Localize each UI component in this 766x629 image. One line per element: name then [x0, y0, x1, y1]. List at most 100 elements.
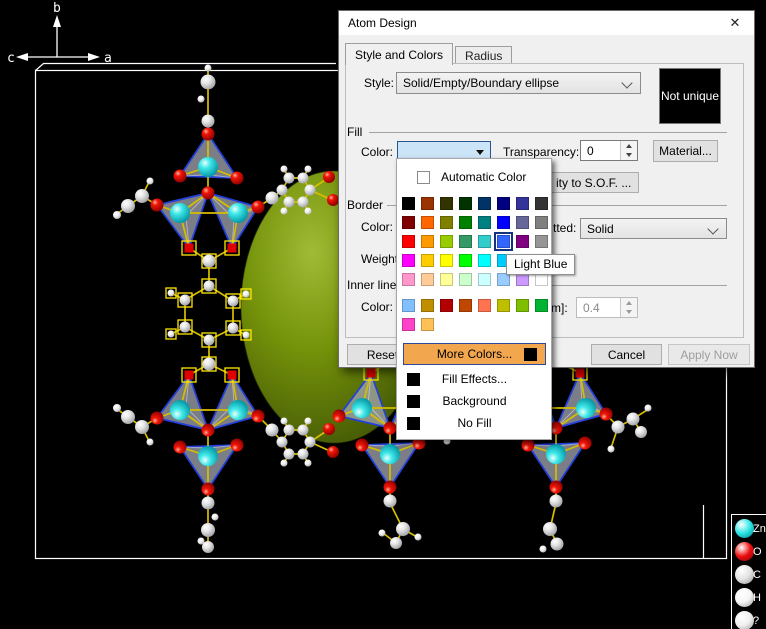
- apply-now-button[interactable]: Apply Now: [668, 344, 750, 365]
- color-swatch[interactable]: [478, 216, 491, 229]
- application-window: b a c Zn OCH? Atom Design ✕ Style and Col…: [0, 0, 766, 629]
- no-fill-item[interactable]: No Fill: [403, 413, 546, 433]
- atom-sphere-icon: [735, 565, 754, 584]
- axis-label-c: c: [7, 51, 15, 66]
- color-swatch[interactable]: [421, 273, 434, 286]
- color-tooltip: Light Blue: [506, 254, 575, 275]
- color-swatch[interactable]: [497, 299, 510, 312]
- border-group-label: Border: [347, 198, 383, 212]
- tab-bar: Style and Colors Radius: [345, 43, 512, 64]
- color-picker-panel: Automatic Color More Colors... Fill Effe…: [396, 158, 552, 440]
- legend-element-symbol: ?: [753, 615, 759, 627]
- color-swatch[interactable]: [402, 216, 415, 229]
- color-swatch[interactable]: [516, 216, 529, 229]
- color-swatch[interactable]: [421, 216, 434, 229]
- color-swatch[interactable]: [440, 235, 453, 248]
- automatic-color-option[interactable]: Automatic Color: [417, 170, 526, 184]
- spin-up-icon: [626, 144, 632, 148]
- atom-preview: Not unique: [659, 68, 721, 124]
- color-swatch[interactable]: [497, 216, 510, 229]
- cancel-button[interactable]: Cancel: [591, 344, 662, 365]
- color-swatch[interactable]: [459, 254, 472, 267]
- color-swatch[interactable]: [459, 216, 472, 229]
- zn4o-cluster-bottom-left: [151, 368, 265, 496]
- current-color-swatch-icon: [524, 348, 537, 361]
- color-swatch[interactable]: [535, 216, 548, 229]
- style-select[interactable]: Solid/Empty/Boundary ellipse: [396, 72, 641, 94]
- color-swatch[interactable]: [440, 299, 453, 312]
- element-legend: Zn OCH?: [731, 514, 766, 629]
- dropdown-arrow-icon: [476, 150, 484, 155]
- color-swatch[interactable]: [516, 197, 529, 210]
- color-swatch[interactable]: [459, 235, 472, 248]
- color-swatch[interactable]: [497, 197, 510, 210]
- color-swatch[interactable]: [459, 299, 472, 312]
- fill-effects-item[interactable]: Fill Effects...: [403, 369, 546, 389]
- legend-item: ?: [735, 611, 759, 629]
- spin-down-icon: [626, 153, 632, 157]
- dotted-select[interactable]: Solid: [580, 218, 727, 239]
- color-swatch[interactable]: [497, 235, 510, 248]
- inner-width-label: m]:: [551, 301, 568, 315]
- color-swatch[interactable]: [421, 197, 434, 210]
- dotted-label: tted:: [553, 221, 576, 235]
- tab-style-and-colors[interactable]: Style and Colors: [345, 43, 453, 65]
- color-swatch[interactable]: [402, 318, 415, 331]
- legend-element-symbol: H: [753, 592, 761, 604]
- legend-item: Zn: [735, 519, 766, 538]
- dialog-titlebar[interactable]: Atom Design ✕: [339, 11, 754, 35]
- color-swatch[interactable]: [459, 273, 472, 286]
- color-swatch[interactable]: [402, 299, 415, 312]
- fill-group-label: Fill: [347, 125, 362, 139]
- more-colors-item[interactable]: More Colors...: [403, 343, 546, 365]
- color-swatch[interactable]: [421, 235, 434, 248]
- border-color-label: Color:: [361, 220, 393, 234]
- no-fill-icon: [407, 417, 420, 430]
- color-swatch[interactable]: [440, 273, 453, 286]
- color-swatch[interactable]: [478, 235, 491, 248]
- color-swatch[interactable]: [402, 254, 415, 267]
- color-swatch[interactable]: [402, 235, 415, 248]
- color-swatch[interactable]: [421, 299, 434, 312]
- legend-element-symbol: O: [753, 546, 762, 558]
- color-swatch[interactable]: [535, 299, 548, 312]
- color-swatch[interactable]: [478, 273, 491, 286]
- color-swatch[interactable]: [402, 197, 415, 210]
- legend-item: O: [735, 542, 762, 561]
- color-swatch[interactable]: [478, 254, 491, 267]
- checkbox-icon[interactable]: [417, 171, 430, 184]
- inner-width-stepper[interactable]: 0.4: [576, 297, 638, 318]
- color-swatch[interactable]: [535, 197, 548, 210]
- color-swatch[interactable]: [440, 197, 453, 210]
- legend-item: H: [735, 588, 761, 607]
- spin-up-icon: [626, 301, 632, 305]
- atom-sphere-icon: [735, 588, 754, 607]
- color-swatch[interactable]: [535, 235, 548, 248]
- color-swatch[interactable]: [421, 254, 434, 267]
- color-swatch[interactable]: [459, 197, 472, 210]
- zn4o-cluster-top-left: [151, 128, 265, 256]
- tab-radius[interactable]: Radius: [455, 46, 512, 64]
- style-label: Style:: [364, 76, 394, 90]
- color-swatch[interactable]: [440, 216, 453, 229]
- spin-down-icon: [626, 310, 632, 314]
- fill-color-label: Color:: [361, 145, 393, 159]
- background-item[interactable]: Background: [403, 391, 546, 411]
- transparency-stepper[interactable]: 0: [580, 140, 638, 161]
- inner-line-group-label: Inner line: [347, 278, 396, 292]
- color-swatch[interactable]: [421, 318, 434, 331]
- weight-label: Weight: [361, 252, 398, 266]
- color-swatch[interactable]: [516, 235, 529, 248]
- close-icon[interactable]: ✕: [722, 13, 748, 33]
- color-swatch[interactable]: [478, 197, 491, 210]
- color-swatch[interactable]: [516, 299, 529, 312]
- material-button[interactable]: Material...: [653, 140, 718, 162]
- chevron-down-icon: [707, 223, 718, 234]
- atom-sphere-icon: [735, 542, 754, 561]
- color-swatch[interactable]: [440, 254, 453, 267]
- color-swatch[interactable]: [402, 273, 415, 286]
- legend-item: C: [735, 565, 761, 584]
- orientation-axes: b a c: [7, 1, 112, 66]
- legend-element-symbol: Zn: [753, 523, 766, 535]
- color-swatch[interactable]: [478, 299, 491, 312]
